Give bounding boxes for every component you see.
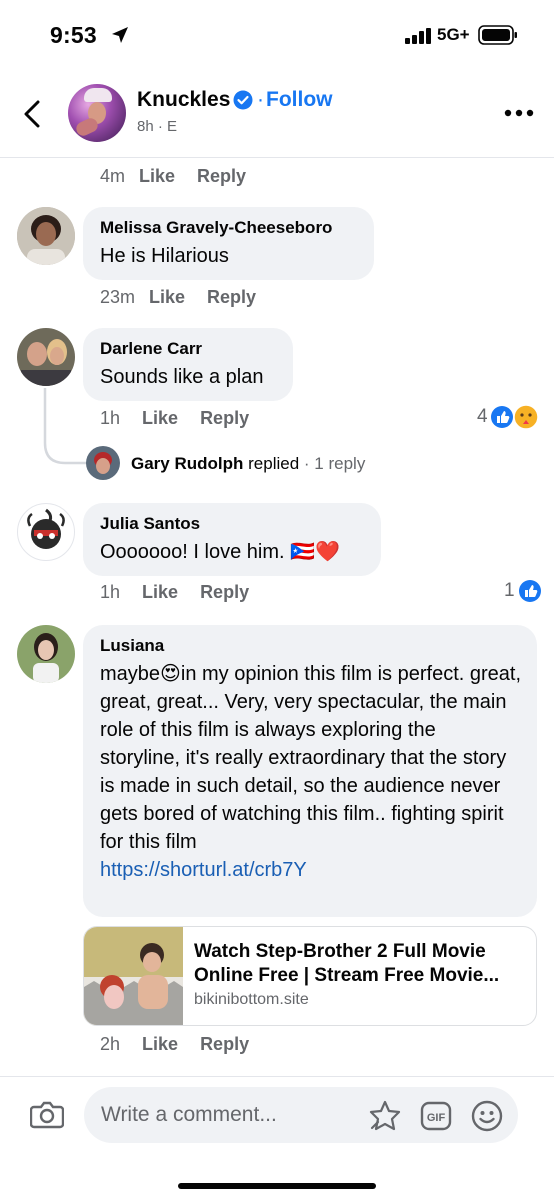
reply-button[interactable]: Reply: [200, 408, 249, 429]
like-button[interactable]: Like: [142, 582, 178, 603]
emoji-icon[interactable]: [471, 1100, 503, 1132]
avatar[interactable]: [17, 503, 75, 561]
home-indicator: [178, 1183, 376, 1189]
link-preview-thumbnail: [84, 927, 183, 1025]
reaction-count: 1: [504, 580, 515, 601]
comment-composer: GIF: [0, 1076, 554, 1200]
reply-button[interactable]: Reply: [207, 287, 256, 308]
replier-name: Gary Rudolph: [131, 454, 244, 473]
comment-time: 4m: [100, 166, 126, 186]
comment-actions: 23m Like Reply: [100, 287, 278, 308]
post-header: Knuckles · Follow 8h · E: [0, 72, 554, 158]
page-name[interactable]: Knuckles: [137, 88, 230, 112]
commenter-name[interactable]: Julia Santos: [100, 513, 365, 535]
avatar[interactable]: [17, 207, 75, 265]
status-time: 9:53: [50, 22, 97, 48]
comment-bubble: Melissa Gravely-Cheeseboro He is Hilario…: [83, 207, 374, 280]
sticker-icon[interactable]: [368, 1099, 402, 1133]
gif-icon[interactable]: GIF: [420, 1100, 452, 1132]
comment-actions: 4m Like Reply: [100, 166, 268, 187]
comment-actions: 2h Like Reply: [100, 1034, 271, 1055]
comment-time: 1h: [100, 582, 121, 602]
network-type: 5G+: [437, 25, 470, 44]
reply-button[interactable]: Reply: [200, 582, 249, 603]
like-button[interactable]: Like: [142, 1034, 178, 1055]
reply-count: · 1 reply: [303, 454, 366, 473]
avatar[interactable]: [17, 328, 75, 386]
battery-icon: [478, 25, 517, 45]
link-preview-title: Watch Step-Brother 2 Full Movie Online F…: [194, 941, 500, 986]
like-button[interactable]: Like: [139, 166, 175, 187]
more-options-icon[interactable]: [504, 109, 534, 117]
reply-verb: replied: [248, 454, 300, 473]
care-reaction-icon: [512, 404, 539, 430]
svg-text:GIF: GIF: [427, 1112, 446, 1124]
avatar[interactable]: [17, 625, 75, 683]
thread-connector: [43, 388, 90, 465]
signal-icon: [405, 28, 431, 44]
like-reaction-icon: [518, 580, 541, 602]
commenter-name[interactable]: Melissa Gravely-Cheeseboro: [100, 217, 358, 239]
back-icon[interactable]: [18, 94, 48, 134]
reaction-summary[interactable]: 4: [477, 404, 539, 430]
camera-icon[interactable]: [30, 1099, 64, 1129]
follow-button[interactable]: Follow: [266, 88, 333, 112]
reply-button[interactable]: Reply: [200, 1034, 249, 1055]
comment-input[interactable]: [84, 1087, 518, 1143]
comment-time: 23m: [100, 287, 136, 307]
comment-text: maybe😍in my opinion this film is perfect…: [100, 663, 522, 853]
header-separator: ·: [257, 88, 264, 111]
like-button[interactable]: Like: [149, 287, 185, 308]
comment-text: He is Hilarious: [100, 245, 229, 267]
link-preview-card[interactable]: Watch Step-Brother 2 Full Movie Online F…: [83, 926, 537, 1026]
commenter-name[interactable]: Darlene Carr: [100, 338, 277, 360]
status-bar: 9:53 5G+: [0, 0, 554, 72]
reaction-summary[interactable]: 1: [504, 578, 543, 604]
comment-bubble: Lusiana maybe😍in my opinion this film is…: [83, 625, 537, 917]
comment-bubble: Darlene Carr Sounds like a plan: [83, 328, 293, 401]
post-meta: 8h · E: [137, 118, 178, 135]
comments-list: 4m Like Reply Melissa Gravely-Cheeseboro…: [0, 158, 554, 1076]
comment-text: Ooooooo! I love him. 🇵🇷❤️: [100, 541, 340, 563]
avatar[interactable]: [86, 446, 120, 480]
comment-time: 1h: [100, 408, 121, 428]
comment-bubble: Julia Santos Ooooooo! I love him. 🇵🇷❤️: [83, 503, 381, 576]
like-button[interactable]: Like: [142, 408, 178, 429]
reaction-count: 4: [477, 406, 488, 427]
link-preview-domain: bikinibottom.site: [194, 991, 309, 1008]
comment-actions: 1h Like Reply: [100, 582, 271, 603]
comment-time: 2h: [100, 1034, 121, 1054]
verified-badge-icon: [233, 90, 253, 110]
commenter-name[interactable]: Lusiana: [100, 635, 521, 657]
comment-text: Sounds like a plan: [100, 366, 264, 388]
comment-actions: 1h Like Reply: [100, 408, 271, 429]
comment-link[interactable]: https://shorturl.at/crb7Y: [100, 856, 521, 884]
location-arrow-icon: [112, 27, 128, 43]
reply-button[interactable]: Reply: [197, 166, 246, 187]
page-avatar[interactable]: [68, 84, 126, 142]
reply-preview[interactable]: Gary Rudolph replied · 1 reply: [131, 454, 365, 474]
